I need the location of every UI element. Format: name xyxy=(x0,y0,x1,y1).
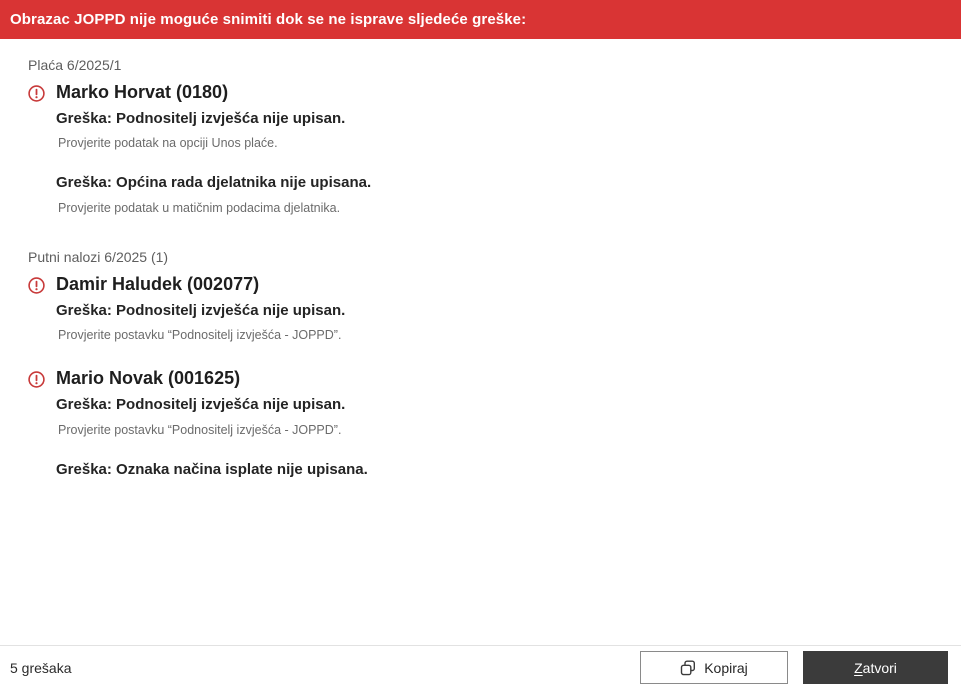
section-putni-nalozi: Putni nalozi 6/2025 (1) Damir Haludek (0… xyxy=(28,249,933,479)
close-button-label: atvori xyxy=(863,660,897,676)
error-banner-message: Obrazac JOPPD nije moguće snimiti dok se… xyxy=(10,11,526,28)
error-banner: Obrazac JOPPD nije moguće snimiti dok se… xyxy=(0,0,961,39)
employee-name: Marko Horvat (0180) xyxy=(56,82,933,104)
error-hint: Provjerite podatak u matičnim podacima d… xyxy=(58,201,933,215)
error-hint: Provjerite podatak na opciji Unos plaće. xyxy=(58,136,933,150)
section-header: Plaća 6/2025/1 xyxy=(28,57,933,73)
error-item: Greška: Podnositelj izvješća nije upisan… xyxy=(56,110,933,151)
error-entry: Mario Novak (001625) Greška: Podnositelj… xyxy=(28,368,933,479)
error-message: Greška: Podnositelj izvješća nije upisan… xyxy=(56,302,933,321)
error-circle-icon xyxy=(28,277,45,294)
error-item: Greška: Oznaka načina isplate nije upisa… xyxy=(56,461,933,480)
copy-icon xyxy=(680,660,696,676)
close-button[interactable]: Zatvori xyxy=(803,651,948,684)
close-button-accesskey: Z xyxy=(854,660,863,676)
error-count: 5 grešaka xyxy=(10,660,71,676)
error-item: Greška: Podnositelj izvješća nije upisan… xyxy=(56,396,933,437)
section-header: Putni nalozi 6/2025 (1) xyxy=(28,249,933,265)
copy-button-label: Kopiraj xyxy=(704,660,748,676)
error-hint: Provjerite postavku “Podnositelj izvješć… xyxy=(58,423,933,437)
footer-bar: 5 grešaka Kopiraj Zatvori xyxy=(0,645,961,689)
error-message: Greška: Podnositelj izvješća nije upisan… xyxy=(56,396,933,415)
error-item: Greška: Podnositelj izvješća nije upisan… xyxy=(56,302,933,343)
error-list: Plaća 6/2025/1 Marko Horvat (0180) Grešk… xyxy=(0,39,961,480)
error-message: Greška: Oznaka načina isplate nije upisa… xyxy=(56,461,933,480)
error-entry: Marko Horvat (0180) Greška: Podnositelj … xyxy=(28,82,933,215)
error-item: Greška: Općina rada djelatnika nije upis… xyxy=(56,174,933,215)
section-placa: Plaća 6/2025/1 Marko Horvat (0180) Grešk… xyxy=(28,57,933,215)
error-message: Greška: Podnositelj izvješća nije upisan… xyxy=(56,110,933,129)
error-circle-icon xyxy=(28,371,45,388)
error-circle-icon xyxy=(28,85,45,102)
error-hint: Provjerite postavku “Podnositelj izvješć… xyxy=(58,328,933,342)
employee-name: Mario Novak (001625) xyxy=(56,368,933,390)
error-message: Greška: Općina rada djelatnika nije upis… xyxy=(56,174,933,193)
employee-name: Damir Haludek (002077) xyxy=(56,274,933,296)
copy-button[interactable]: Kopiraj xyxy=(640,651,788,684)
error-entry: Damir Haludek (002077) Greška: Podnosite… xyxy=(28,274,933,342)
